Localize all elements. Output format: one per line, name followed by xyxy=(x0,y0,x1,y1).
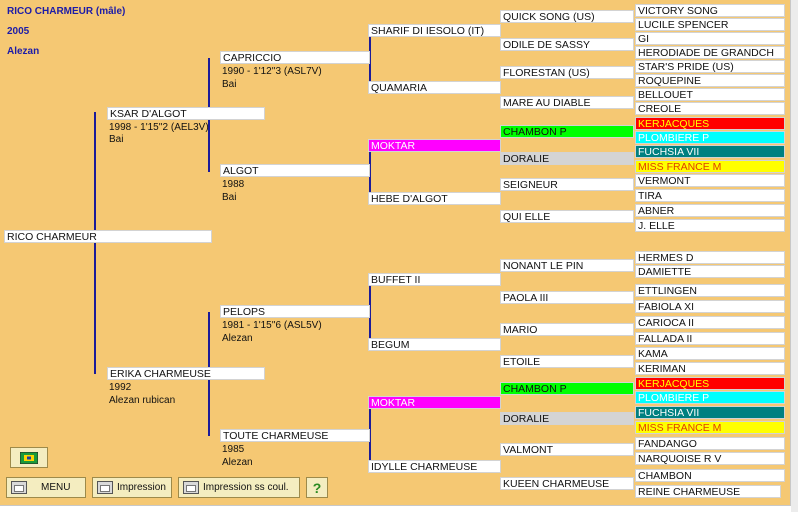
grandsire-paternal-record: 1990 - 1'12''3 (ASL7V) xyxy=(222,66,322,77)
ancestor-g5[interactable]: DAMIETTE xyxy=(635,265,785,278)
ancestor-g5[interactable]: FUCHSIA VII xyxy=(635,406,785,419)
printer-icon xyxy=(183,481,199,494)
ancestor-g5[interactable]: TIRA xyxy=(635,189,785,202)
horse-name-box[interactable]: RICO CHARMEUR xyxy=(4,230,212,243)
ancestor-g4[interactable]: VALMONT xyxy=(500,443,634,456)
ancestor-g4[interactable]: SEIGNEUR xyxy=(500,178,634,191)
menu-button[interactable]: MENU xyxy=(6,477,86,498)
ancestor-g4[interactable]: QUI ELLE xyxy=(500,210,634,223)
connector-line xyxy=(94,236,96,374)
ancestor-g4[interactable]: DORALIE xyxy=(500,152,634,165)
ancestor-g5[interactable]: KAMA xyxy=(635,347,785,360)
ancestor-g4[interactable]: ODILE DE SASSY xyxy=(500,38,634,51)
ancestor-g5[interactable]: VERMONT xyxy=(635,174,785,187)
ancestor-g5[interactable]: PLOMBIERE P xyxy=(635,131,785,144)
ancestor-g4[interactable]: FLORESTAN (US) xyxy=(500,66,634,79)
ancestor-g5[interactable]: FABIOLA XI xyxy=(635,300,785,313)
ancestor-g5[interactable]: ROQUEPINE xyxy=(635,74,785,87)
dam-record: 1992 xyxy=(109,382,132,393)
scrollbar[interactable] xyxy=(791,0,798,512)
ancestor-g4[interactable]: CHAMBON P xyxy=(500,382,634,395)
ancestor-g5[interactable]: FALLADA II xyxy=(635,332,785,345)
connector-line xyxy=(208,58,210,114)
ancestor-g3[interactable]: IDYLLE CHARMEUSE xyxy=(368,460,501,473)
ancestor-g5[interactable]: MISS FRANCE M xyxy=(635,421,785,434)
ancestor-g5[interactable]: J. ELLE xyxy=(635,219,785,232)
ancestor-g5[interactable]: FUCHSIA VII xyxy=(635,145,785,158)
ancestor-g4[interactable]: QUICK SONG (US) xyxy=(500,10,634,23)
printer-icon xyxy=(97,481,113,494)
ancestor-g5[interactable]: GI xyxy=(635,32,785,45)
ancestor-g5[interactable]: BELLOUET xyxy=(635,88,785,101)
grandsire-maternal-record: 1981 - 1'15''6 (ASL5V) xyxy=(222,320,322,331)
ancestor-g3[interactable]: QUAMARIA xyxy=(368,81,501,94)
print-no-color-button[interactable]: Impression ss coul. xyxy=(178,477,300,498)
ancestor-g5[interactable]: STAR'S PRIDE (US) xyxy=(635,60,785,73)
ancestor-g3[interactable]: SHARIF DI IESOLO (IT) xyxy=(368,24,501,37)
ancestor-g5[interactable]: CHAMBON xyxy=(635,469,785,482)
ancestor-g4[interactable]: NONANT LE PIN xyxy=(500,259,634,272)
horse-header-coat: Alezan xyxy=(7,46,40,57)
horse-header-year: 2005 xyxy=(7,26,30,37)
granddam-maternal-coat: Alezan xyxy=(222,457,253,468)
ancestor-g5[interactable]: MISS FRANCE M xyxy=(635,160,785,173)
grandsire-paternal-coat: Bai xyxy=(222,79,237,90)
ancestor-g3[interactable]: HEBE D'ALGOT xyxy=(368,192,501,205)
help-icon: ? xyxy=(312,479,322,496)
ancestor-g4[interactable]: KUEEN CHARMEUSE xyxy=(500,477,634,490)
print-button[interactable]: Impression xyxy=(92,477,172,498)
ancestor-g4[interactable]: MARE AU DIABLE xyxy=(500,96,634,109)
granddam-maternal-box[interactable]: TOUTE CHARMEUSE xyxy=(220,429,370,442)
flag-button[interactable] xyxy=(10,447,48,468)
connector-line xyxy=(94,112,96,236)
ancestor-g5[interactable]: ETTLINGEN xyxy=(635,284,785,297)
ancestor-g5[interactable]: PLOMBIERE P xyxy=(635,391,785,404)
dam-name-box[interactable]: ERIKA CHARMEUSE xyxy=(107,367,265,380)
ancestor-g5[interactable]: ABNER xyxy=(635,204,785,217)
ancestor-g5[interactable]: NARQUOISE R V xyxy=(635,452,785,465)
ancestor-g5[interactable]: REINE CHARMEUSE xyxy=(635,485,781,498)
print-no-color-button-label: Impression ss coul. xyxy=(203,482,289,493)
sire-coat: Bai xyxy=(109,134,124,145)
ancestor-g3[interactable]: MOKTAR xyxy=(368,139,501,152)
pedigree-panel: RICO CHARMEUR (mâle) 2005 Alezan RICO CH… xyxy=(0,0,791,506)
granddam-maternal-record: 1985 xyxy=(222,444,245,455)
dam-coat: Alezan rubican xyxy=(109,395,176,406)
horse-header-name: RICO CHARMEUR (mâle) xyxy=(7,6,126,17)
granddam-paternal-record: 1988 xyxy=(222,179,245,190)
granddam-paternal-coat: Bai xyxy=(222,192,237,203)
ancestor-g4[interactable]: ETOILE xyxy=(500,355,634,368)
connector-line xyxy=(208,312,210,374)
ancestor-g5[interactable]: HERMES D xyxy=(635,251,785,264)
menu-icon xyxy=(11,481,27,494)
ancestor-g5[interactable]: KERIMAN xyxy=(635,362,785,375)
ancestor-g5[interactable]: VICTORY SONG xyxy=(635,4,785,17)
ancestor-g3[interactable]: MOKTAR xyxy=(368,396,501,409)
ancestor-g5[interactable]: CARIOCA II xyxy=(635,316,785,329)
grandsire-maternal-coat: Alezan xyxy=(222,333,253,344)
ancestor-g5[interactable]: KERJACQUES xyxy=(635,377,785,390)
ancestor-g5[interactable]: KERJACQUES xyxy=(635,117,785,130)
flag-icon xyxy=(20,451,38,464)
grandsire-paternal-box[interactable]: CAPRICCIO xyxy=(220,51,370,64)
print-button-label: Impression xyxy=(117,482,166,493)
sire-name-box[interactable]: KSAR D'ALGOT xyxy=(107,107,265,120)
ancestor-g3[interactable]: BEGUM xyxy=(368,338,501,351)
granddam-paternal-box[interactable]: ALGOT xyxy=(220,164,370,177)
ancestor-g4[interactable]: PAOLA III xyxy=(500,291,634,304)
ancestor-g3[interactable]: BUFFET II xyxy=(368,273,501,286)
menu-button-label: MENU xyxy=(41,482,71,493)
help-button[interactable]: ? xyxy=(306,477,328,498)
ancestor-g4[interactable]: CHAMBON P xyxy=(500,125,634,138)
ancestor-g4[interactable]: DORALIE xyxy=(500,412,634,425)
ancestor-g5[interactable]: FANDANGO xyxy=(635,437,785,450)
sire-record: 1998 - 1'15''2 (AEL3V) xyxy=(109,122,209,133)
ancestor-g5[interactable]: LUCILE SPENCER xyxy=(635,18,785,31)
connector-line xyxy=(208,374,210,436)
ancestor-g5[interactable]: CREOLE xyxy=(635,102,785,115)
ancestor-g4[interactable]: MARIO xyxy=(500,323,634,336)
grandsire-maternal-box[interactable]: PELOPS xyxy=(220,305,370,318)
ancestor-g5[interactable]: HERODIADE DE GRANDCH xyxy=(635,46,785,59)
